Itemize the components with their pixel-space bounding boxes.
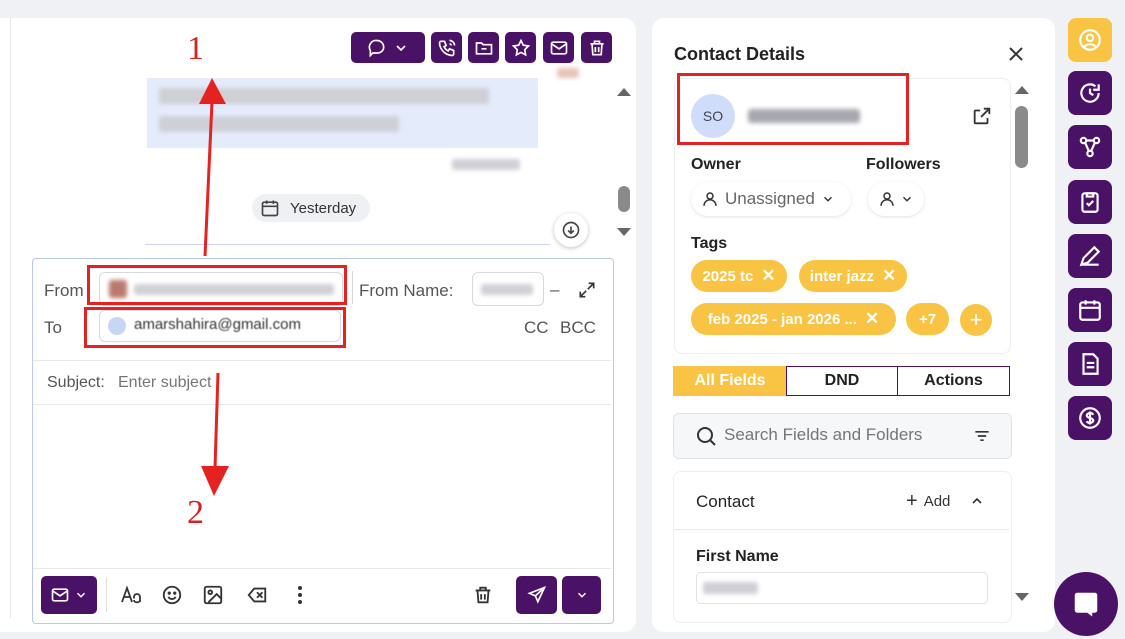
remove-tag-icon[interactable]: ✕ [761, 266, 775, 286]
user-icon [703, 192, 717, 206]
scrollbar-thumb[interactable] [1015, 106, 1028, 168]
tag-chip[interactable]: 2025 tc ✕ [691, 260, 787, 292]
annotation-label-1: 1 [187, 30, 204, 67]
annotation-highlight-contact [677, 73, 909, 145]
rail-documents-button[interactable] [1068, 342, 1112, 386]
scroll-up-icon [1015, 86, 1029, 94]
chevron-up-icon [972, 497, 982, 504]
user-circle-icon [1079, 29, 1101, 51]
chevron-down-icon [823, 196, 832, 202]
rail-activity-button[interactable] [1068, 71, 1112, 115]
external-link-icon [973, 107, 991, 125]
filter-icon[interactable] [972, 426, 992, 446]
clipboard-check-icon [1081, 192, 1099, 213]
plus-icon: + [906, 490, 918, 512]
add-tag-button[interactable]: + [960, 304, 992, 336]
collapse-section-button[interactable] [966, 490, 988, 512]
close-panel-button[interactable] [1004, 42, 1028, 66]
close-icon [1009, 47, 1023, 61]
rail-payments-button[interactable] [1068, 396, 1112, 440]
tags-label: Tags [691, 235, 728, 252]
owner-value: Unassigned [725, 189, 815, 208]
open-contact-button[interactable] [970, 104, 994, 128]
rail-tasks-button[interactable] [1068, 180, 1112, 224]
owner-label: Owner [691, 156, 741, 173]
history-icon [1080, 83, 1100, 103]
followers-select[interactable] [868, 182, 924, 216]
panel-title: Contact Details [674, 44, 806, 64]
remove-tag-icon[interactable]: ✕ [865, 309, 879, 329]
owner-select[interactable]: Unassigned [691, 182, 851, 216]
share-nodes-icon [1079, 136, 1101, 158]
annotation-arrow-1 [199, 78, 226, 257]
tag-label: 2025 tc [702, 267, 754, 285]
field-search-input[interactable] [724, 423, 954, 447]
tab-all-fields[interactable]: All Fields [673, 366, 787, 396]
contact-panel-scrollbar[interactable] [1012, 82, 1032, 607]
rail-workflow-button[interactable] [1068, 125, 1112, 169]
chevron-down-icon [902, 196, 912, 202]
search-icon [697, 427, 716, 446]
pen-icon [1079, 245, 1101, 267]
first-name-input[interactable] [696, 572, 988, 604]
document-icon [1082, 353, 1099, 375]
tag-label: inter jazz [809, 267, 874, 285]
scroll-down-icon [1015, 593, 1029, 601]
remove-tag-icon[interactable]: ✕ [882, 266, 896, 286]
tab-dnd[interactable]: DND [786, 366, 898, 396]
add-label: Add [923, 493, 951, 510]
followers-label: Followers [866, 156, 941, 173]
tag-chip[interactable]: feb 2025 - jan 2026 ... ✕ [691, 303, 896, 335]
annotation-label-2: 2 [187, 494, 204, 531]
rail-calendar-button[interactable] [1068, 288, 1112, 332]
tag-chip[interactable]: inter jazz ✕ [799, 260, 907, 292]
first-name-value [703, 582, 758, 594]
first-name-label: First Name [696, 548, 779, 565]
more-tags-button[interactable]: +7 [906, 303, 949, 335]
user-icon [880, 192, 894, 206]
annotation-arrow-2 [201, 372, 229, 496]
section-title: Contact [696, 492, 755, 511]
field-search-box[interactable] [673, 413, 1012, 459]
tab-actions[interactable]: Actions [897, 366, 1010, 396]
chat-widget-button[interactable] [1054, 572, 1118, 636]
chat-icon [1074, 592, 1098, 617]
tag-label: feb 2025 - jan 2026 ... [707, 310, 857, 328]
rail-notes-button[interactable] [1068, 234, 1112, 278]
rail-contact-button[interactable] [1068, 18, 1112, 62]
add-field-button[interactable]: + Add [906, 490, 950, 513]
dollar-circle-icon [1079, 407, 1101, 429]
divider [674, 529, 1009, 530]
calendar-icon [1079, 300, 1101, 321]
